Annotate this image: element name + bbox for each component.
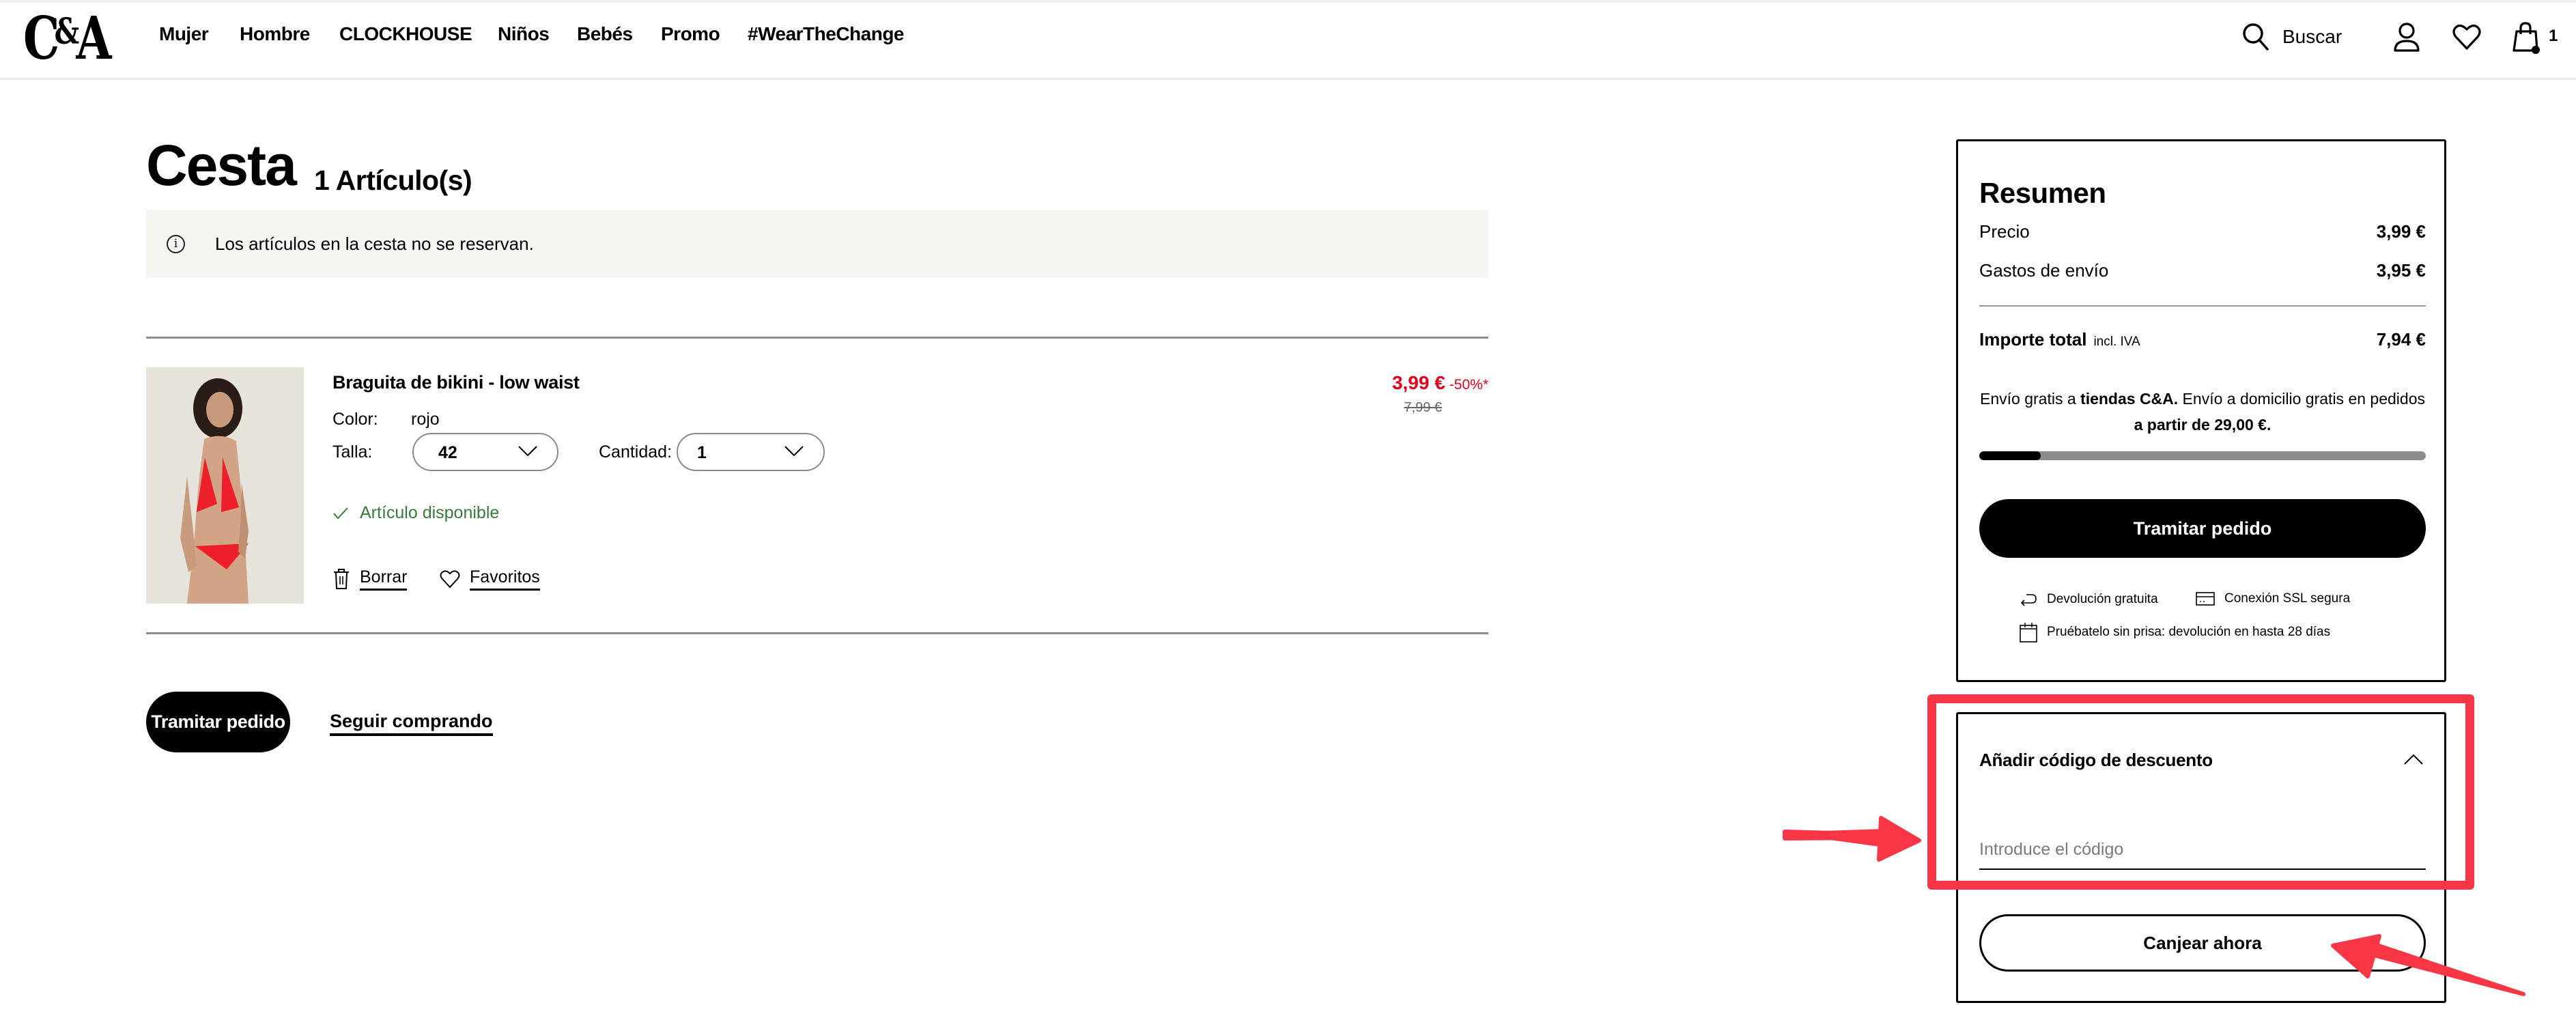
chevron-down-icon bbox=[518, 446, 537, 457]
size-select-value: 42 bbox=[438, 443, 457, 462]
nav-item-mujer[interactable]: Mujer bbox=[159, 23, 209, 45]
quantity-select-value: 1 bbox=[697, 443, 707, 462]
sale-price: 3,99 € bbox=[1391, 372, 1445, 393]
cart-count-badge: 1 bbox=[2549, 27, 2558, 45]
original-price: 7,99 € bbox=[1404, 400, 1442, 415]
site-header: C&A Mujer Hombre CLOCKHOUSE Niños Bebés … bbox=[0, 0, 2576, 80]
discount-code-toggle[interactable]: Añadir código de descuento bbox=[1979, 750, 2213, 771]
page-title: Cesta bbox=[146, 133, 297, 197]
add-to-favorites-button[interactable]: Favoritos bbox=[440, 567, 540, 591]
checkmark-icon bbox=[333, 507, 348, 519]
delete-item-button[interactable]: Borrar bbox=[332, 567, 408, 591]
redeem-button[interactable]: Canjear ahora bbox=[1979, 914, 2426, 972]
summary-row-price: Precio 3,99 € bbox=[1979, 221, 2426, 242]
user-icon[interactable] bbox=[2393, 22, 2420, 53]
nav-item-hombre[interactable]: Hombre bbox=[240, 23, 310, 45]
add-to-favorites-label: Favoritos bbox=[470, 567, 540, 591]
product-photo-illustration bbox=[146, 367, 304, 604]
chevron-up-icon[interactable] bbox=[2403, 753, 2424, 765]
checkout-button[interactable]: Tramitar pedido bbox=[146, 692, 290, 752]
order-summary: Resumen Precio 3,99 € Gastos de envío 3,… bbox=[1956, 139, 2446, 682]
color-label: Color: bbox=[332, 410, 378, 429]
free-shipping-progress-bar bbox=[1979, 451, 2426, 460]
heart-icon[interactable] bbox=[2452, 23, 2481, 51]
summary-row-value: 3,95 € bbox=[2376, 260, 2426, 281]
brand-logo[interactable]: C&A bbox=[23, 10, 112, 68]
summary-row-value: 3,99 € bbox=[2376, 221, 2426, 242]
free-shipping-info: Envío gratis a tiendas C&A. Envío a domi… bbox=[1980, 390, 2425, 434]
calendar-icon bbox=[2020, 623, 2037, 642]
size-select[interactable]: 42 bbox=[412, 433, 558, 471]
divider bbox=[146, 337, 1488, 339]
trash-icon bbox=[334, 569, 349, 589]
free-shipping-progress-fill bbox=[1979, 451, 2041, 460]
summary-row-label: Precio bbox=[1979, 221, 2030, 242]
divider bbox=[146, 632, 1488, 634]
nav-item-clockhouse[interactable]: CLOCKHOUSE bbox=[339, 23, 472, 45]
product-name[interactable]: Braguita de bikini - low waist bbox=[332, 372, 580, 393]
shopping-bag-icon[interactable] bbox=[2513, 22, 2543, 55]
summary-row-shipping: Gastos de envío 3,95 € bbox=[1979, 260, 2426, 281]
summary-row-label: Gastos de envío bbox=[1979, 260, 2109, 281]
availability-text: Artículo disponible bbox=[360, 503, 500, 522]
discount-code-input[interactable] bbox=[1979, 830, 2426, 870]
size-label: Talla: bbox=[332, 442, 373, 462]
product-image[interactable] bbox=[146, 367, 304, 604]
delete-item-label: Borrar bbox=[360, 567, 408, 591]
cart-notice-text: Los artículos en la cesta no se reservan… bbox=[215, 234, 534, 254]
return-arrow-icon bbox=[2020, 594, 2037, 606]
summary-title: Resumen bbox=[1979, 177, 2106, 209]
benefit-ssl: Conexión SSL segura bbox=[2196, 591, 2350, 606]
nav-item-bebes[interactable]: Bebés bbox=[577, 23, 633, 45]
nav-item-ninos[interactable]: Niños bbox=[498, 23, 550, 45]
benefit-free-returns: Devolución gratuita bbox=[2020, 591, 2158, 608]
color-value: rojo bbox=[411, 410, 440, 429]
discount-code-panel: Añadir código de descuento Canjear ahora bbox=[1956, 712, 2446, 1003]
summary-divider bbox=[1979, 305, 2426, 307]
search-icon bbox=[2243, 23, 2269, 51]
nav-item-promo[interactable]: Promo bbox=[661, 23, 720, 45]
availability-status: Artículo disponible bbox=[332, 503, 499, 523]
info-icon: i bbox=[167, 235, 185, 253]
total-value: 7,94 € bbox=[2376, 329, 2426, 350]
benefit-28-day-returns: Pruébatelo sin prisa: devolución en hast… bbox=[2020, 622, 2330, 642]
nav-item-wearthechange[interactable]: #WearTheChange bbox=[748, 23, 905, 45]
total-label: Importe total bbox=[1979, 329, 2087, 350]
summary-checkout-button[interactable]: Tramitar pedido bbox=[1979, 499, 2426, 558]
search-label: Buscar bbox=[2282, 26, 2343, 47]
annotation-arrow-left bbox=[1783, 816, 1921, 862]
cart-notice-banner: i Los artículos en la cesta no se reserv… bbox=[146, 210, 1488, 278]
continue-shopping-link[interactable]: Seguir comprando bbox=[330, 711, 493, 736]
chevron-down-icon bbox=[784, 446, 804, 457]
heart-icon bbox=[440, 570, 460, 589]
quantity-select[interactable]: 1 bbox=[677, 433, 825, 471]
total-tax-note: incl. IVA bbox=[2093, 335, 2140, 349]
credit-card-icon bbox=[2196, 592, 2215, 606]
item-price: 3,99 € -50%* bbox=[1392, 372, 1488, 394]
summary-total: Importe total incl. IVA 7,94 € bbox=[1979, 329, 2426, 350]
quantity-label: Cantidad: bbox=[599, 442, 673, 462]
discount-percent: -50%* bbox=[1449, 377, 1488, 393]
cart-item-count: 1 Artículo(s) bbox=[314, 165, 472, 196]
